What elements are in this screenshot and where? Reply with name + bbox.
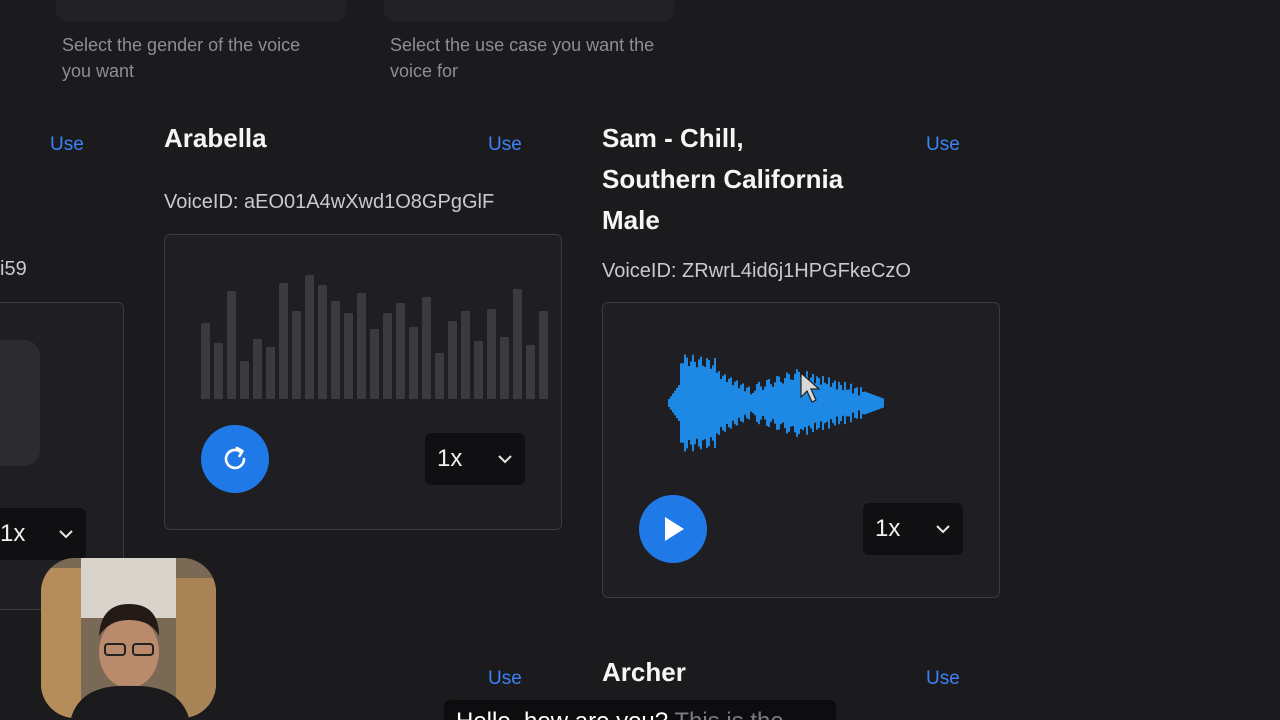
caption-spoken-text: Hello, how are you? bbox=[456, 708, 668, 720]
waveform-idle bbox=[201, 273, 548, 399]
voice-name-arabella: Arabella bbox=[164, 123, 267, 153]
gender-filter-dropdown[interactable] bbox=[56, 0, 346, 22]
gender-filter-help: Select the gender of the voice you want bbox=[62, 35, 301, 81]
voice-card-arabella: 1x bbox=[164, 234, 562, 530]
use-case-filter-help: Select the use case you want the voice f… bbox=[390, 35, 655, 81]
speed-value: 1x bbox=[0, 520, 26, 547]
speed-value: 1x bbox=[437, 445, 463, 472]
play-icon bbox=[665, 517, 684, 541]
speed-select-left[interactable]: 1x bbox=[0, 508, 86, 560]
speed-select-sam[interactable]: 1x bbox=[863, 503, 963, 555]
voice-id-sam: VoiceID: ZRwrL4id6j1HPGFkeCzO bbox=[602, 260, 911, 282]
voice-card-sam: 1x bbox=[602, 302, 1000, 598]
chevron-down-icon bbox=[59, 530, 73, 539]
voice-name-line: Male bbox=[602, 205, 660, 235]
caption-pending-text: This is the bbox=[668, 708, 783, 720]
voice-id-arabella: VoiceID: aEO01A4wXwd1O8GPgGlF bbox=[164, 191, 495, 213]
use-link-sam[interactable]: Use bbox=[926, 134, 960, 156]
use-link-left[interactable]: Use bbox=[50, 134, 84, 156]
voice-id-left: i59 bbox=[0, 258, 27, 280]
replay-icon bbox=[224, 446, 246, 470]
voice-library-page: Select the gender of the voice you want … bbox=[0, 0, 1280, 720]
presenter-video bbox=[41, 558, 216, 718]
use-case-filter-dropdown[interactable] bbox=[384, 0, 674, 22]
use-link-archer[interactable]: Use bbox=[926, 668, 960, 690]
play-button-sam[interactable] bbox=[639, 495, 707, 563]
voice-name-line: Southern California bbox=[602, 164, 844, 194]
chevron-down-icon bbox=[498, 455, 512, 464]
replay-button-arabella[interactable] bbox=[201, 425, 269, 493]
speed-select-arabella[interactable]: 1x bbox=[425, 433, 525, 485]
voice-name-line: Sam - Chill, bbox=[602, 123, 744, 153]
mouse-cursor-icon bbox=[800, 371, 821, 403]
voice-name-sam: Sam - Chill, Southern California Male bbox=[602, 118, 843, 241]
webcam-overlay bbox=[41, 558, 216, 718]
caption-overlay: Hello, how are you? This is the bbox=[444, 700, 836, 720]
use-link-next-row[interactable]: Use bbox=[488, 668, 522, 690]
speed-value: 1x bbox=[875, 515, 901, 542]
chevron-down-icon bbox=[936, 525, 950, 534]
use-link-arabella[interactable]: Use bbox=[488, 134, 522, 156]
voice-name-archer: Archer bbox=[602, 657, 686, 687]
play-button-left[interactable] bbox=[0, 340, 40, 466]
